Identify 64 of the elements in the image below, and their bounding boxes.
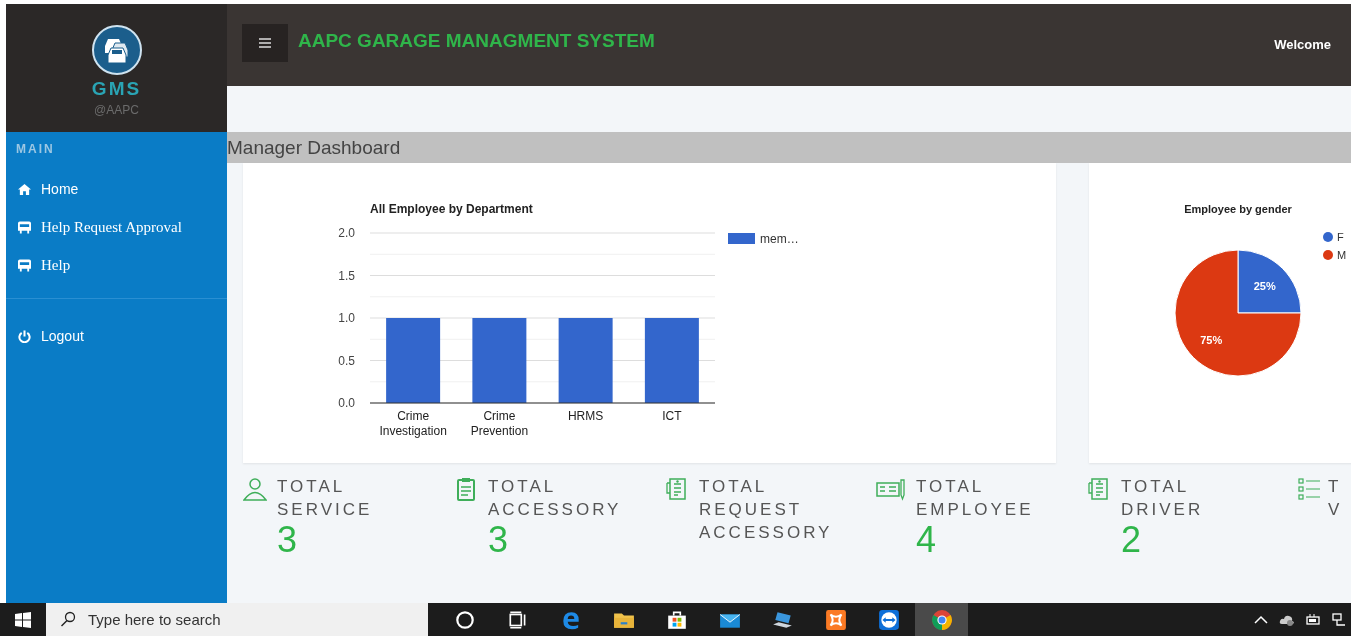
- chrome-icon[interactable]: [930, 608, 953, 631]
- bus-icon: [18, 220, 31, 234]
- chart-title: Employee by gender: [1184, 203, 1292, 215]
- axis-label: 0.0: [338, 396, 355, 410]
- xampp-icon[interactable]: [824, 608, 847, 631]
- nav-label: Logout: [41, 328, 84, 344]
- page-title: Manager Dashboard: [227, 132, 1351, 163]
- axis-label: 2.0: [338, 226, 355, 240]
- axis-label: 1.0: [338, 311, 355, 325]
- network-icon[interactable]: [1331, 611, 1347, 628]
- menu-icon: [259, 38, 271, 48]
- legend-label: mem…: [760, 232, 799, 246]
- nav-label: Help: [41, 256, 71, 274]
- legend-dot: [1323, 250, 1333, 260]
- brand-name: GMS: [91, 78, 142, 100]
- circle-icon[interactable]: [453, 608, 476, 631]
- legend-label: F: [1337, 231, 1344, 243]
- axis-label: Crime Investigation: [379, 409, 447, 438]
- legend-dot: [1323, 232, 1333, 242]
- app-title: AAPC GARAGE MANAGMENT SYSTEM: [298, 30, 656, 52]
- teamviewer-icon[interactable]: [877, 608, 900, 631]
- axis-label: 0.5: [338, 353, 355, 368]
- bus-icon: [18, 258, 31, 272]
- legend-label: M: [1337, 249, 1347, 261]
- slice-label: 75%: [1200, 333, 1223, 346]
- stat-value: 3: [488, 521, 510, 559]
- receipt-icon: [665, 477, 689, 501]
- home-icon: [18, 182, 31, 196]
- slice-label: 25%: [1253, 280, 1276, 293]
- stat-value: 4: [916, 521, 938, 559]
- receipt-icon: [1087, 477, 1111, 501]
- stat-label: TOTAL REQUEST ACCESSORY: [699, 476, 833, 544]
- stat-label: TOTAL SERVICE: [277, 476, 373, 521]
- list-icon: [1298, 477, 1322, 501]
- legend-swatch: [728, 233, 755, 244]
- clipboard-icon: [454, 477, 478, 501]
- windows-icon[interactable]: [15, 611, 31, 628]
- chart-title: All Employee by Department: [370, 202, 533, 216]
- stat-value: 2: [1121, 521, 1143, 559]
- brand-subtitle: @AAPC: [94, 103, 139, 117]
- battery-icon[interactable]: [1305, 611, 1321, 628]
- axis-label: Crime Prevention: [470, 409, 529, 438]
- axis-label: HRMS: [567, 409, 604, 423]
- stat-label: TOTAL DRIVER: [1121, 476, 1204, 521]
- power-icon: [18, 329, 31, 343]
- stat-label: TOTAL EMPLOYEE: [916, 476, 1034, 521]
- nav-label: Help Request Approval: [41, 218, 182, 236]
- nav-label: Home: [41, 181, 79, 197]
- nav-item[interactable]: Help Request Approval: [6, 208, 227, 246]
- shopping-bag-icon[interactable]: [665, 608, 688, 631]
- stat-value: 3: [277, 521, 299, 559]
- welcome-text: Welcome: [1274, 36, 1331, 52]
- axis-label: ICT: [662, 409, 682, 423]
- stat-label: TOTAL ACCESSORY: [488, 476, 622, 521]
- money-card-icon: [876, 477, 906, 501]
- stat-label: T V: [1328, 476, 1343, 521]
- axis-label: 1.5: [338, 268, 355, 283]
- nav-item[interactable]: Home: [6, 170, 227, 208]
- person-icon: [243, 477, 267, 501]
- section-heading: MAIN: [15, 141, 56, 158]
- nav-item[interactable]: Help: [6, 246, 227, 284]
- nav-item[interactable]: Logout: [6, 317, 227, 355]
- menu-button[interactable]: [242, 24, 288, 62]
- search-field[interactable]: Type here to search: [46, 603, 428, 636]
